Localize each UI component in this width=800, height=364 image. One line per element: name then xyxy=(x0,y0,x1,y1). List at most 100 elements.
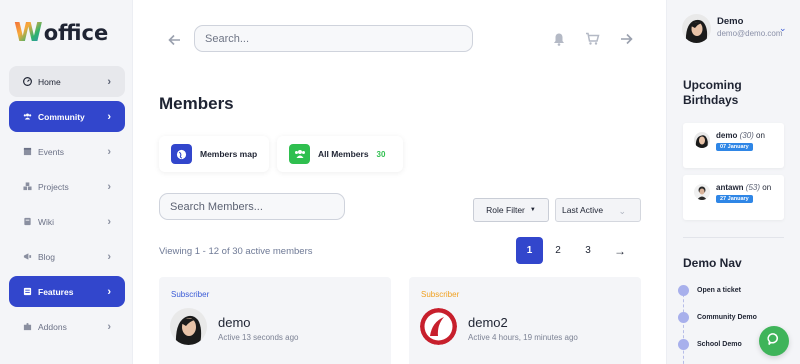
woffice-logo[interactable]: W office xyxy=(14,18,108,48)
sidebar-item-label: Projects xyxy=(38,181,69,192)
birthday-item: antawn (53) on 27 January xyxy=(683,175,784,220)
sidebar-item-label: Home xyxy=(38,76,61,87)
puzzle-icon xyxy=(23,322,32,331)
role-filter-button[interactable]: Role Filter ▼ xyxy=(473,198,549,222)
sidebar-nav: Home › Community › Events › Projects › W… xyxy=(9,66,125,346)
chat-icon xyxy=(767,332,781,351)
demo-nav-label: School Demo xyxy=(697,340,742,348)
megaphone-icon xyxy=(23,252,32,261)
caret-down-icon: ▼ xyxy=(529,207,536,213)
sidebar-item-wiki[interactable]: Wiki › xyxy=(9,206,125,237)
demo-nav-label: Community Demo xyxy=(697,313,757,321)
logo-text: office xyxy=(43,21,109,45)
birthday-age: (30) xyxy=(739,131,754,140)
sidebar-item-label: Blog xyxy=(38,251,56,262)
sort-select[interactable]: Last Active ⌄ xyxy=(555,198,641,222)
member-name[interactable]: demo xyxy=(218,315,251,330)
sidebar-item-label: Events xyxy=(38,146,64,157)
birthday-suffix: on xyxy=(756,131,765,140)
sidebar-item-label: Wiki xyxy=(38,216,55,227)
calendar-icon xyxy=(23,147,32,156)
next-page-button[interactable]: → xyxy=(610,237,630,264)
bell-icon[interactable] xyxy=(552,32,568,48)
timeline-dot xyxy=(678,311,689,323)
logo-mark: W xyxy=(14,18,43,48)
results-count: Viewing 1 - 12 of 30 active members xyxy=(159,246,313,257)
chevron-right-icon: › xyxy=(107,110,111,123)
cubes-icon xyxy=(23,182,32,191)
left-sidebar: W office Home › Community › Events › Pro… xyxy=(0,0,133,364)
book-icon xyxy=(23,217,32,226)
members-map-label: Members map xyxy=(200,149,258,159)
demo-nav-label: Open a ticket xyxy=(697,286,741,294)
chevron-down-icon[interactable]: ⌄ xyxy=(779,23,787,34)
birthday-item: demo (30) on 07 January xyxy=(683,123,784,168)
chevron-down-icon: ⌄ xyxy=(618,206,626,216)
sidebar-item-label: Features xyxy=(38,286,74,297)
demo-nav-item[interactable]: School Demo xyxy=(678,338,742,350)
members-count: 30 xyxy=(376,149,386,159)
sidebar-item-label: Community xyxy=(38,111,85,122)
member-last-active: Active 4 hours, 19 minutes ago xyxy=(468,333,578,342)
birthdays-heading: Upcoming Birthdays xyxy=(683,78,742,107)
list-icon xyxy=(23,287,32,296)
sidebar-item-projects[interactable]: Projects › xyxy=(9,171,125,202)
sidebar-item-events[interactable]: Events › xyxy=(9,136,125,167)
member-card[interactable]: Subscriber demo2 Active 4 hours, 19 minu… xyxy=(409,277,641,364)
page-button[interactable]: 3 xyxy=(578,237,598,264)
birthday-text: antawn (53) on xyxy=(716,183,771,192)
all-members-link[interactable]: All Members 30 xyxy=(277,136,403,172)
avatar[interactable] xyxy=(420,308,457,345)
divider xyxy=(683,237,784,238)
gauge-icon xyxy=(23,77,32,86)
user-name[interactable]: Demo xyxy=(717,16,743,27)
avatar[interactable] xyxy=(694,184,710,200)
sort-value: Last Active xyxy=(562,205,604,215)
members-map-link[interactable]: Members map xyxy=(159,136,269,172)
avatar[interactable] xyxy=(170,308,207,345)
member-last-active: Active 13 seconds ago xyxy=(218,333,299,342)
birthday-name: demo xyxy=(716,131,738,140)
cart-icon[interactable] xyxy=(585,32,601,48)
users-icon xyxy=(289,144,310,164)
demo-nav-heading: Demo Nav xyxy=(683,256,742,270)
sidebar-item-addons[interactable]: Addons › xyxy=(9,311,125,342)
avatar[interactable] xyxy=(694,132,710,148)
birthday-name: antawn xyxy=(716,183,744,192)
member-role: Subscriber xyxy=(421,290,460,299)
sidebar-item-blog[interactable]: Blog › xyxy=(9,241,125,272)
role-filter-label: Role Filter xyxy=(486,205,525,215)
timeline-dot xyxy=(678,284,689,296)
chevron-right-icon: › xyxy=(107,180,111,193)
sidebar-item-home[interactable]: Home › xyxy=(9,66,125,97)
sidebar-item-features[interactable]: Features › xyxy=(9,276,125,307)
user-email: demo@demo.com xyxy=(717,29,783,38)
chevron-right-icon: › xyxy=(107,285,111,298)
sidebar-item-label: Addons xyxy=(38,321,67,332)
member-card[interactable]: Subscriber demo Active 13 seconds ago xyxy=(159,277,391,364)
page-title: Members xyxy=(159,94,234,113)
search-members-input[interactable] xyxy=(159,193,345,220)
page-button-current[interactable]: 1 xyxy=(516,237,543,264)
chevron-right-icon: › xyxy=(107,250,111,263)
chevron-right-icon: › xyxy=(107,320,111,333)
page-button[interactable]: 2 xyxy=(548,237,568,264)
back-arrow-icon[interactable] xyxy=(168,33,184,49)
birthday-suffix: on xyxy=(762,183,772,192)
search-input[interactable] xyxy=(194,25,473,52)
sidebar-item-community[interactable]: Community › xyxy=(9,101,125,132)
chevron-right-icon: › xyxy=(107,145,111,158)
member-name[interactable]: demo2 xyxy=(468,315,508,330)
chat-button[interactable] xyxy=(759,326,789,356)
birthday-date-badge: 27 January xyxy=(716,195,753,203)
avatar[interactable] xyxy=(682,14,711,43)
birthday-date-badge: 07 January xyxy=(716,143,753,151)
member-role: Subscriber xyxy=(171,290,210,299)
forward-arrow-icon[interactable] xyxy=(619,32,635,48)
all-members-label: All Members xyxy=(318,149,369,159)
chevron-right-icon: › xyxy=(107,75,111,88)
users-icon xyxy=(23,112,32,121)
demo-nav-item[interactable]: Open a ticket xyxy=(678,284,741,296)
birthday-text: demo (30) on xyxy=(716,131,765,140)
demo-nav-item[interactable]: Community Demo xyxy=(678,311,757,323)
